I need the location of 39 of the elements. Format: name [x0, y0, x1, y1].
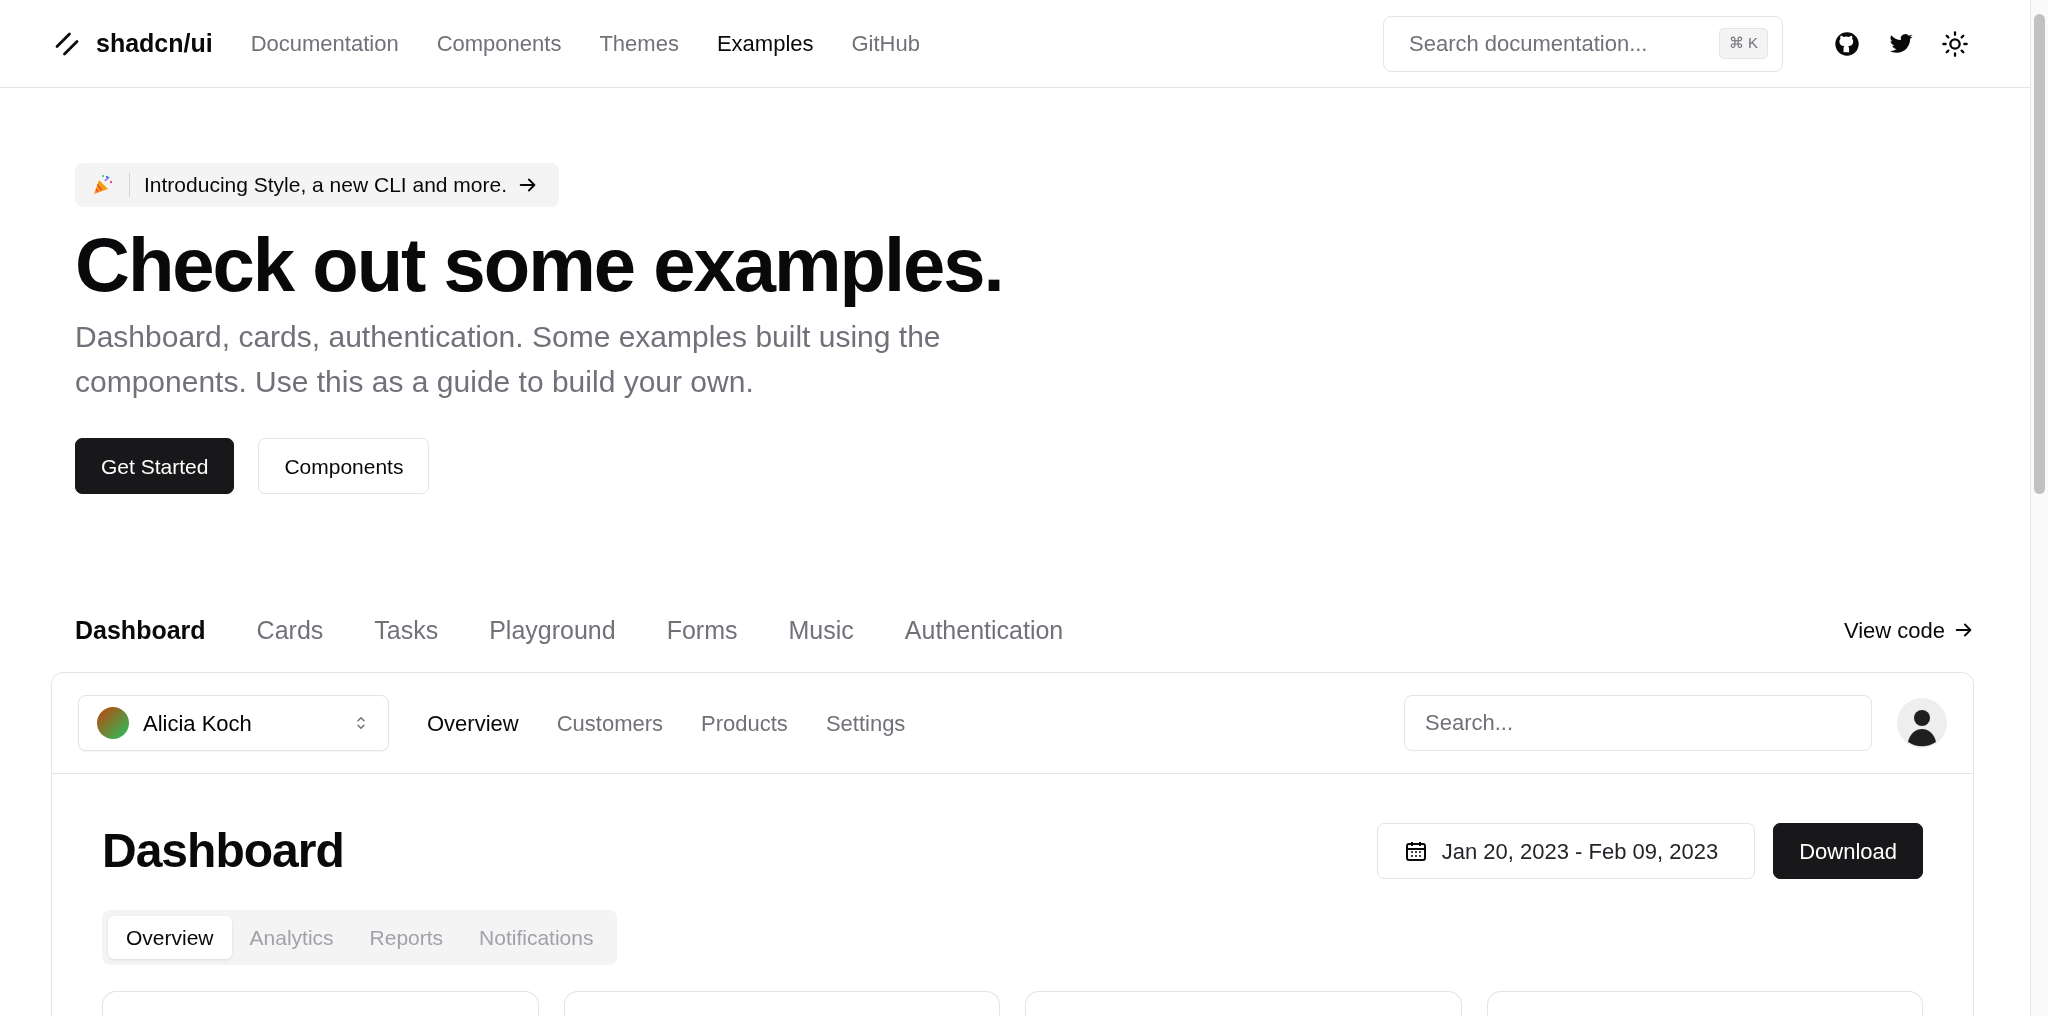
dashboard-nav-link[interactable]: Settings — [825, 706, 906, 740]
scrollbar[interactable] — [2030, 0, 2048, 1016]
nav-link[interactable]: Documentation — [250, 27, 399, 60]
example-tab[interactable]: Cards — [256, 611, 324, 650]
date-range-picker[interactable]: Jan 20, 2023 - Feb 09, 2023 — [1376, 823, 1756, 880]
shortcut-key: ⌘ K — [1718, 28, 1768, 59]
team-avatar — [97, 707, 129, 740]
search-placeholder: Search documentation... — [1409, 30, 1648, 58]
dashboard-title: Dashboard — [102, 823, 344, 880]
example-tab[interactable]: Tasks — [374, 611, 439, 650]
view-tab[interactable]: Overview — [108, 916, 232, 960]
page-heading: Check out some examples. — [75, 221, 1004, 309]
search-field[interactable]: Search documentation... ⌘ K — [1383, 15, 1783, 72]
dashboard-nav-link[interactable]: Products — [701, 706, 788, 740]
sun-icon[interactable] — [1941, 29, 1969, 58]
logo[interactable]: shadcn/ui — [96, 24, 213, 63]
example-tab[interactable]: Playground — [489, 611, 616, 650]
nav-link[interactable]: Components — [436, 27, 562, 60]
team-switcher[interactable]: Alicia Koch — [78, 695, 389, 752]
get-started-button[interactable]: Get Started — [75, 438, 235, 495]
user-avatar[interactable] — [1897, 698, 1947, 749]
nav-link[interactable]: Themes — [599, 27, 679, 60]
example-tab[interactable]: Dashboard — [75, 611, 206, 650]
search-field[interactable]: Search... — [1404, 695, 1872, 752]
calendar-icon — [1403, 839, 1428, 864]
dashboard-nav-link[interactable]: Customers — [556, 706, 664, 740]
example-tab[interactable]: Authentication — [904, 611, 1064, 650]
example-tab[interactable]: Music — [788, 611, 854, 650]
dashboard-nav-link[interactable]: Overview — [427, 706, 519, 740]
components-button[interactable]: Components — [258, 438, 430, 495]
nav-link[interactable]: GitHub — [851, 27, 920, 60]
github-icon[interactable] — [1833, 29, 1861, 58]
page-subtitle: Dashboard, cards, authentication. Some examples built using the components. Use this as a guide to build your own. — [75, 319, 942, 401]
party-popper-icon — [91, 173, 115, 197]
download-button[interactable]: Download — [1773, 823, 1923, 880]
announcement-link[interactable]: Introducing Style, a new CLI and more. — [75, 163, 560, 207]
example-tab[interactable]: Forms — [666, 611, 738, 650]
nav-link[interactable]: Examples — [716, 27, 814, 60]
view-code-link[interactable]: View code — [1843, 613, 1975, 647]
